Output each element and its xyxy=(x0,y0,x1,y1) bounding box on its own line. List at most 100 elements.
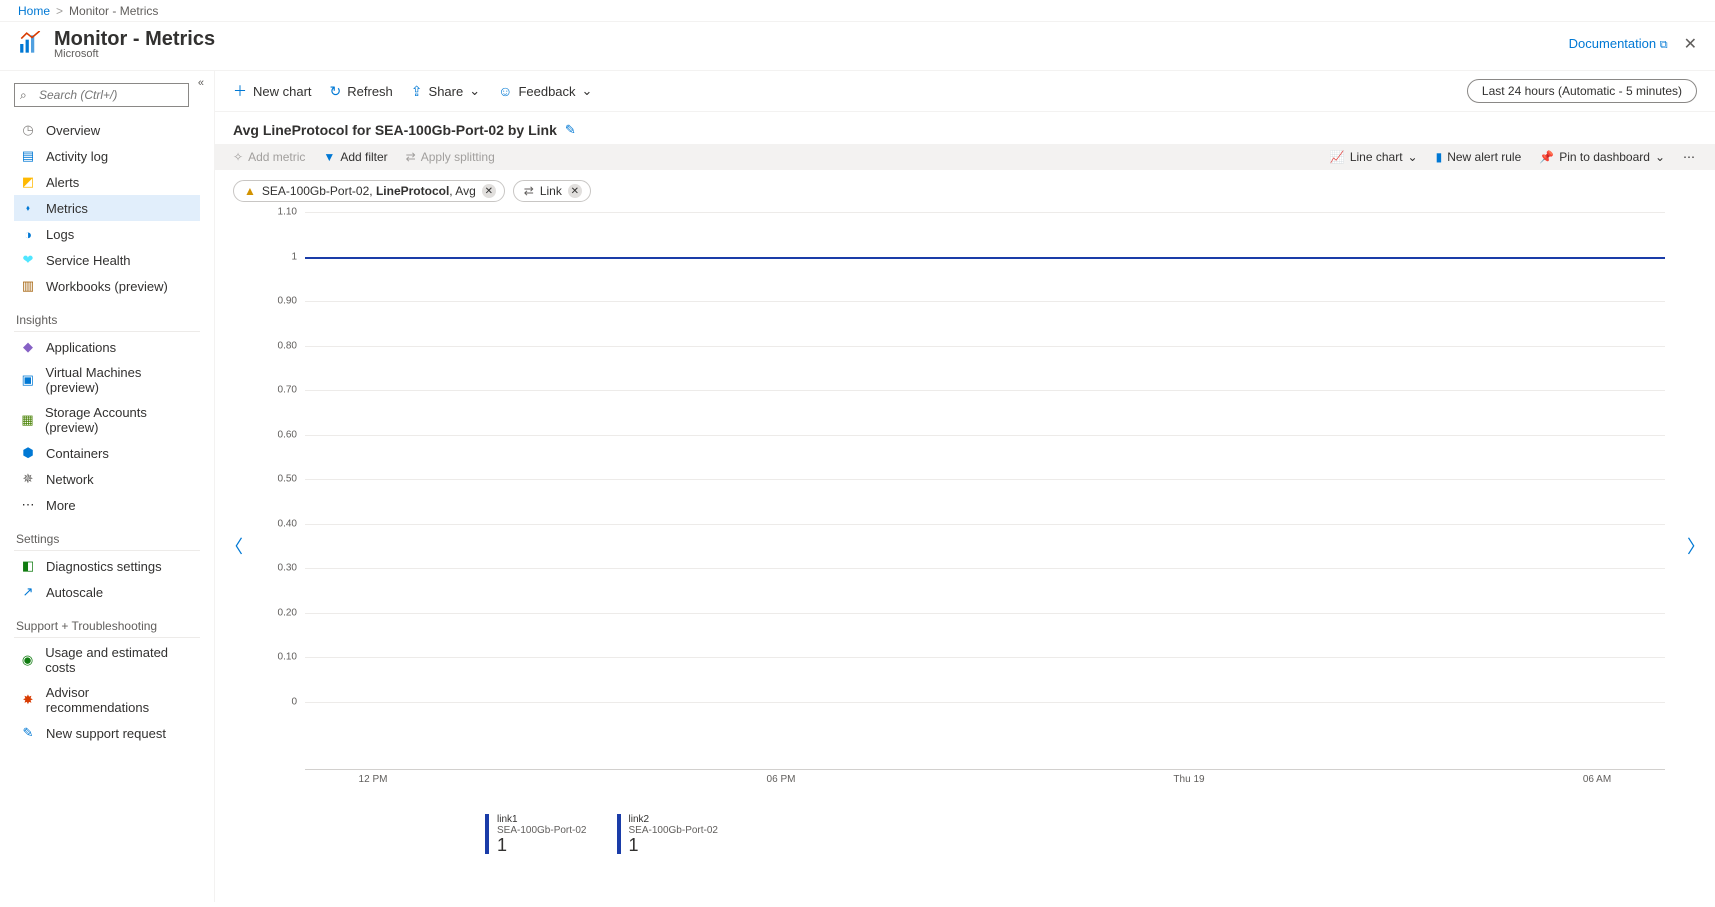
documentation-link[interactable]: Documentation ⧉ xyxy=(1569,36,1668,52)
search-input[interactable] xyxy=(14,83,189,107)
chart-title: Avg LineProtocol for SEA-100Gb-Port-02 b… xyxy=(233,122,557,138)
y-tick-label: 0.60 xyxy=(269,429,297,440)
close-icon[interactable]: ✕ xyxy=(1684,34,1697,54)
sidebar-item-advisor-recommendations[interactable]: ✸ Advisor recommendations xyxy=(14,680,200,720)
nav-label: Advisor recommendations xyxy=(46,685,194,715)
add-metric-button[interactable]: ✧Add metric xyxy=(233,150,305,164)
nav-icon: ▣ xyxy=(20,372,36,388)
y-tick-label: 0.30 xyxy=(269,563,297,574)
breadcrumb: Home > Monitor - Metrics xyxy=(0,0,1715,22)
remove-pill-icon[interactable]: ✕ xyxy=(568,184,582,198)
y-tick-label: 0.90 xyxy=(269,296,297,307)
section-settings: Settings xyxy=(16,532,200,546)
chevron-down-icon: ⌄ xyxy=(469,83,480,99)
sidebar-item-overview[interactable]: ◷Overview xyxy=(14,117,200,143)
legend-series-value: 1 xyxy=(629,836,719,854)
content-toolbar: ＋New chart ↻Refresh ⇪Share ⌄ ☺Feedback ⌄… xyxy=(215,71,1715,112)
warning-icon: ▲ xyxy=(244,184,256,198)
sidebar-item-workbooks-preview-[interactable]: ▥Workbooks (preview) xyxy=(14,273,200,299)
legend-series-resource: SEA-100Gb-Port-02 xyxy=(497,825,587,836)
legend-color-bar xyxy=(617,814,621,854)
split-pill-icon: ⇄ xyxy=(524,184,534,198)
data-series-line xyxy=(305,257,1665,259)
refresh-button[interactable]: ↻Refresh xyxy=(330,83,393,100)
nav-icon: ⬪ xyxy=(20,200,36,216)
sidebar-item-activity-log[interactable]: ▤Activity log xyxy=(14,143,200,169)
line-chart-icon: 📈 xyxy=(1330,150,1345,164)
nav-icon: ✸ xyxy=(20,692,36,708)
add-filter-button[interactable]: ▼Add filter xyxy=(323,150,387,164)
sidebar-item-containers[interactable]: ⬢Containers xyxy=(14,440,200,466)
y-tick-label: 0.40 xyxy=(269,518,297,529)
legend-series-value: 1 xyxy=(497,836,587,854)
chevron-down-icon: ⌄ xyxy=(1408,150,1418,164)
sidebar-item-diagnostics-settings[interactable]: ◧Diagnostics settings xyxy=(14,553,200,579)
nav-label: Activity log xyxy=(46,149,108,164)
y-tick-label: 0.80 xyxy=(269,340,297,351)
sidebar-item-network[interactable]: ✵Network xyxy=(14,466,200,492)
legend-color-bar xyxy=(485,814,489,854)
sidebar-item-applications[interactable]: ◆Applications xyxy=(14,334,200,360)
legend-item[interactable]: link2 SEA-100Gb-Port-02 1 xyxy=(617,814,719,854)
pin-dashboard-button[interactable]: 📌Pin to dashboard ⌄ xyxy=(1539,150,1665,164)
nav-label: Workbooks (preview) xyxy=(46,279,168,294)
sidebar-item-new-support-request[interactable]: ✎New support request xyxy=(14,720,200,746)
chart-type-button[interactable]: 📈Line chart ⌄ xyxy=(1330,150,1418,164)
edit-title-icon[interactable]: ✎ xyxy=(565,122,576,138)
chart-legend: link1 SEA-100Gb-Port-02 1 link2 SEA-100G… xyxy=(485,814,1665,854)
nav-label: More xyxy=(46,498,76,513)
sidebar-item-storage-accounts-preview-[interactable]: ▦Storage Accounts (preview) xyxy=(14,400,200,440)
nav-label: Service Health xyxy=(46,253,131,268)
share-button[interactable]: ⇪Share ⌄ xyxy=(411,83,480,100)
breadcrumb-home[interactable]: Home xyxy=(18,4,50,18)
chart-prev-icon[interactable]: 〈 xyxy=(221,529,247,563)
sidebar-item-alerts[interactable]: ◩Alerts xyxy=(14,169,200,195)
section-insights: Insights xyxy=(16,313,200,327)
sidebar-item-more[interactable]: ⋯More xyxy=(14,492,200,518)
y-tick-label: 0 xyxy=(269,697,297,708)
content-pane: ＋New chart ↻Refresh ⇪Share ⌄ ☺Feedback ⌄… xyxy=(215,71,1715,902)
search-icon: ⌕ xyxy=(20,88,27,103)
sidebar-item-logs[interactable]: ◑ Logs xyxy=(14,221,200,247)
nav-label: Diagnostics settings xyxy=(46,559,162,574)
time-range-picker[interactable]: Last 24 hours (Automatic - 5 minutes) xyxy=(1467,79,1697,103)
collapse-sidebar-icon[interactable]: « xyxy=(198,77,204,89)
nav-label: Alerts xyxy=(46,175,79,190)
sidebar-item-metrics[interactable]: ⬪ Metrics xyxy=(14,195,200,221)
sidebar-item-autoscale[interactable]: ↗Autoscale xyxy=(14,579,200,605)
new-chart-button[interactable]: ＋New chart xyxy=(233,81,312,101)
nav-label: Overview xyxy=(46,123,100,138)
remove-pill-icon[interactable]: ✕ xyxy=(482,184,496,198)
nav-icon: ▦ xyxy=(20,412,35,428)
metric-pill[interactable]: ▲ SEA-100Gb-Port-02, LineProtocol, Avg ✕ xyxy=(233,180,505,202)
nav-label: Metrics xyxy=(46,201,88,216)
add-metric-icon: ✧ xyxy=(233,150,243,164)
plus-icon: ＋ xyxy=(233,81,247,101)
apply-splitting-button[interactable]: ⇄Apply splitting xyxy=(406,150,495,164)
y-tick-label: 0.20 xyxy=(269,607,297,618)
x-tick-label: 12 PM xyxy=(359,774,388,785)
nav-label: Usage and estimated costs xyxy=(45,645,194,675)
filter-icon: ▼ xyxy=(323,150,335,164)
more-options-button[interactable]: ⋯ xyxy=(1683,150,1697,164)
split-pill[interactable]: ⇄ Link ✕ xyxy=(513,180,591,202)
new-alert-button[interactable]: ▮New alert rule xyxy=(1436,150,1522,164)
x-tick-label: Thu 19 xyxy=(1173,774,1204,785)
nav-icon: ◑ xyxy=(20,226,36,242)
sidebar-item-usage-and-estimated-costs[interactable]: ◉ Usage and estimated costs xyxy=(14,640,200,680)
nav-label: Autoscale xyxy=(46,585,103,600)
y-tick-label: 0.70 xyxy=(269,385,297,396)
feedback-button[interactable]: ☺Feedback ⌄ xyxy=(498,83,592,99)
nav-label: Logs xyxy=(46,227,74,242)
chart-plot-area: 1.1010.900.800.700.600.500.400.300.200.1… xyxy=(275,212,1665,702)
sidebar-item-virtual-machines-preview-[interactable]: ▣Virtual Machines (preview) xyxy=(14,360,200,400)
nav-icon: ◉ xyxy=(20,652,35,668)
chevron-down-icon: ⌄ xyxy=(1655,150,1665,164)
page-header: Monitor - Metrics Microsoft Documentatio… xyxy=(0,22,1715,71)
nav-label: New support request xyxy=(46,726,166,741)
chart-next-icon[interactable]: 〉 xyxy=(1683,529,1709,563)
breadcrumb-current: Monitor - Metrics xyxy=(69,4,158,18)
sidebar-item-service-health[interactable]: ❤Service Health xyxy=(14,247,200,273)
chart-x-axis: 12 PM06 PMThu 1906 AM xyxy=(305,769,1665,787)
legend-item[interactable]: link1 SEA-100Gb-Port-02 1 xyxy=(485,814,587,854)
